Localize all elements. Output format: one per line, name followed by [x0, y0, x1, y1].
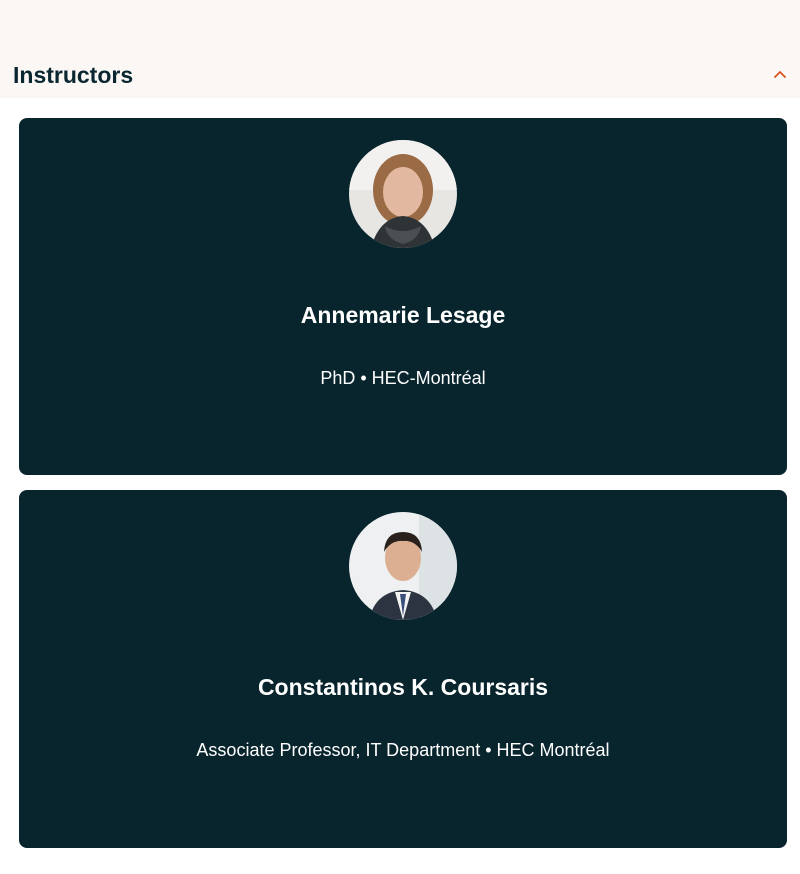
avatar: [349, 512, 457, 620]
section-title: Instructors: [13, 62, 134, 88]
chevron-up-icon: [774, 71, 786, 78]
instructors-section-header: Instructors: [0, 0, 800, 98]
avatar: [349, 140, 457, 248]
instructor-name: Constantinos K. Coursaris: [257, 674, 549, 700]
collapse-toggle-button[interactable]: [768, 62, 792, 86]
instructor-name: Annemarie Lesage: [300, 302, 506, 328]
instructor-credentials: PhD • HEC-Montréal: [320, 368, 486, 388]
instructor-card[interactable]: Constantinos K. Coursaris Associate Prof…: [19, 490, 787, 848]
instructor-card[interactable]: Annemarie Lesage PhD • HEC-Montréal: [19, 118, 787, 475]
instructor-credentials: Associate Professor, IT Department • HEC…: [196, 740, 610, 760]
